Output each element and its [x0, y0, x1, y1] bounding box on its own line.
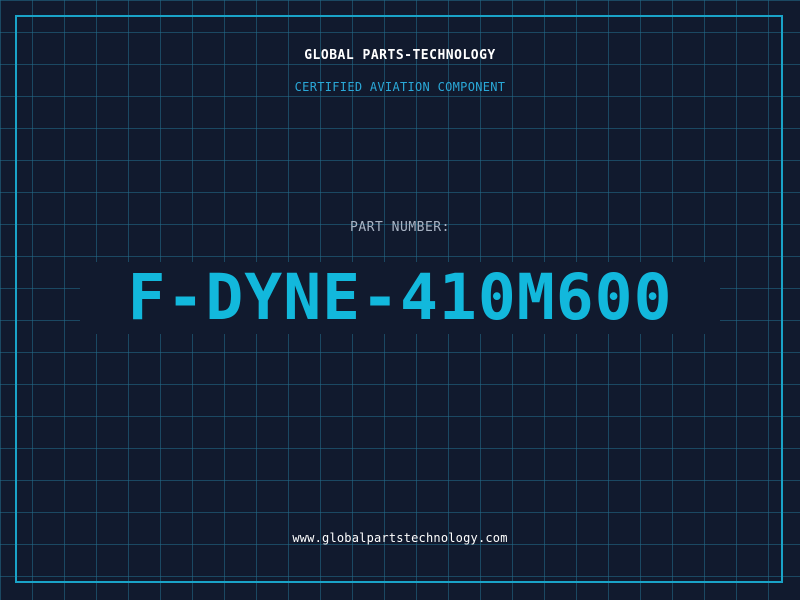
part-number-panel: F-DYNE-410M600 [80, 262, 720, 334]
blueprint-canvas: GLOBAL PARTS-TECHNOLOGY CERTIFIED AVIATI… [0, 0, 800, 600]
website-url: www.globalpartstechnology.com [292, 531, 508, 545]
tagline: CERTIFIED AVIATION COMPONENT [294, 80, 506, 94]
part-number-label: PART NUMBER: [350, 220, 450, 235]
part-number-value: F-DYNE-410M600 [127, 261, 673, 334]
brand-name: GLOBAL PARTS-TECHNOLOGY [304, 48, 496, 63]
